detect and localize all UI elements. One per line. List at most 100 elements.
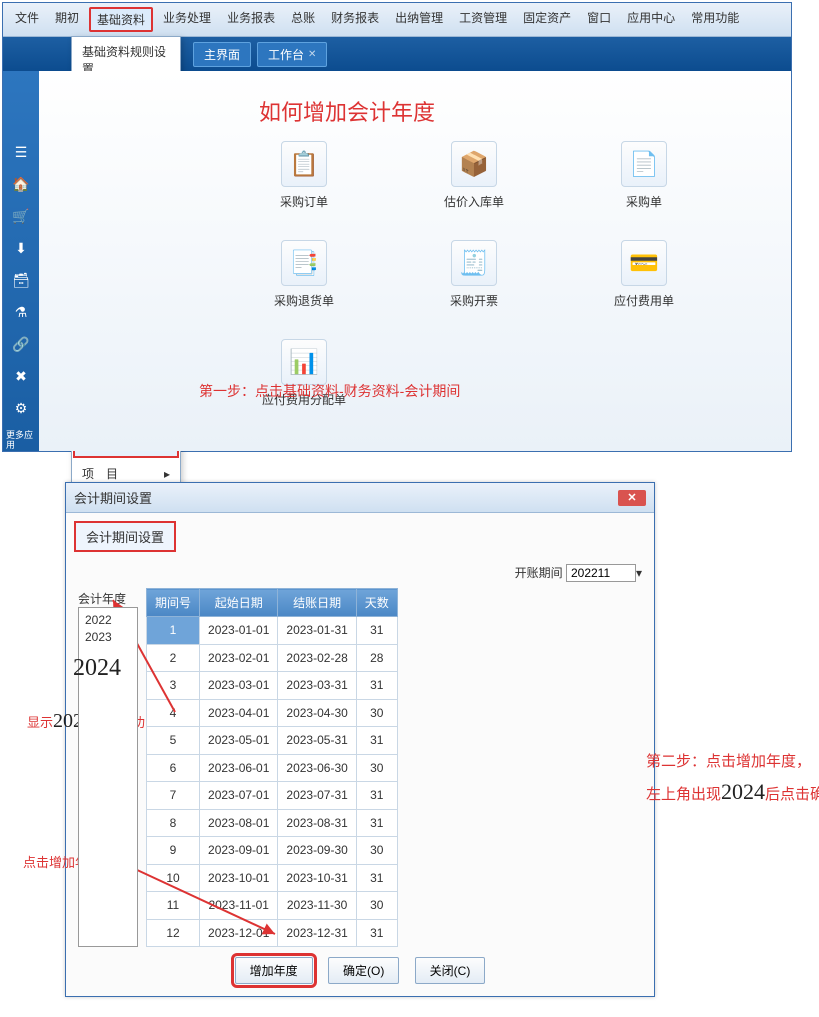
table-cell: 31 bbox=[356, 919, 397, 947]
table-row[interactable]: 52023-05-012023-05-3131 bbox=[147, 727, 398, 755]
menu-fixed-assets[interactable]: 固定资产 bbox=[517, 7, 577, 32]
nav-icon-7[interactable]: 🔗 bbox=[12, 335, 30, 353]
table-cell: 2023-05-31 bbox=[278, 727, 356, 755]
open-period-input[interactable] bbox=[566, 564, 636, 582]
annotation-arrow-icon bbox=[125, 864, 285, 944]
menu-financial-reports[interactable]: 财务报表 bbox=[325, 7, 385, 32]
nav-icon-5[interactable]: 🗃 bbox=[12, 271, 30, 289]
table-cell: 9 bbox=[147, 837, 200, 865]
col-close-date: 结账日期 bbox=[278, 589, 356, 617]
launcher-estimate-in[interactable]: 📦 估价入库单 bbox=[389, 141, 559, 210]
table-cell: 7 bbox=[147, 782, 200, 810]
nav-icon-4[interactable]: ⬇ bbox=[12, 239, 30, 257]
dialog-close-button[interactable]: ✕ bbox=[618, 490, 646, 506]
year-item[interactable]: 2022 bbox=[85, 612, 131, 629]
menu-biz-reports[interactable]: 业务报表 bbox=[221, 7, 281, 32]
launcher-return[interactable]: 📑 采购退货单 bbox=[219, 240, 389, 309]
step1-annotation: 第一步：点击基础资料-财务资料-会计期间 bbox=[199, 381, 460, 401]
table-cell: 30 bbox=[356, 699, 397, 727]
table-row[interactable]: 92023-09-012023-09-3030 bbox=[147, 837, 398, 865]
nav-icon-2[interactable]: 🏠 bbox=[12, 175, 30, 193]
col-days: 天数 bbox=[356, 589, 397, 617]
return-icon: 📑 bbox=[281, 240, 327, 286]
dialog-subtitle-highlight: 会计期间设置 bbox=[74, 521, 176, 552]
table-cell: 2023-09-30 bbox=[278, 837, 356, 865]
invoice-icon: 🧾 bbox=[451, 240, 497, 286]
table-cell: 31 bbox=[356, 809, 397, 837]
app-body: ☰ 🏠 🛒 ⬇ 🗃 ⚗ 🔗 ✖ ⚙ 更多应用 基础资料规则设置 存货资料▸ 售价… bbox=[3, 71, 791, 451]
table-cell: 2023-02-28 bbox=[278, 644, 356, 672]
table-row[interactable]: 72023-07-012023-07-3131 bbox=[147, 782, 398, 810]
table-cell: 2023-01-31 bbox=[278, 617, 356, 645]
year-list[interactable]: 2022 2023 2024 bbox=[78, 607, 138, 947]
ok-button[interactable]: 确定(O) bbox=[328, 957, 399, 984]
clipboard-icon: 📋 bbox=[281, 141, 327, 187]
nav-icon-6[interactable]: ⚗ bbox=[12, 303, 30, 321]
table-cell: 31 bbox=[356, 672, 397, 700]
menu-window[interactable]: 窗口 bbox=[581, 7, 617, 32]
menu-payroll[interactable]: 工资管理 bbox=[453, 7, 513, 32]
menubar: 文件 期初 基础资料 业务处理 业务报表 总账 财务报表 出纳管理 工资管理 固… bbox=[3, 3, 791, 37]
table-cell: 6 bbox=[147, 754, 200, 782]
tab-workspace[interactable]: 工作台✕ bbox=[257, 42, 327, 67]
table-cell: 31 bbox=[356, 782, 397, 810]
table-cell: 31 bbox=[356, 727, 397, 755]
close-button[interactable]: 关闭(C) bbox=[415, 957, 486, 984]
annotation-step2: 第二步：点击增加年度， 左上角出现2024后点击确定 bbox=[646, 750, 819, 809]
dialog-buttons: 增加年度 确定(O) 关闭(C) bbox=[78, 957, 642, 984]
main-app-window: 文件 期初 基础资料 业务处理 业务报表 总账 财务报表 出纳管理 工资管理 固… bbox=[2, 2, 792, 452]
launcher-label: 应付费用单 bbox=[559, 292, 729, 309]
nav-icon-9[interactable]: ⚙ bbox=[12, 399, 30, 417]
table-cell: 2023-05-01 bbox=[200, 727, 278, 755]
menu-file[interactable]: 文件 bbox=[9, 7, 45, 32]
launcher-purchase-order[interactable]: 📋 采购订单 bbox=[219, 141, 389, 210]
table-cell: 30 bbox=[356, 754, 397, 782]
launcher-label: 采购订单 bbox=[219, 193, 389, 210]
menu-cashier[interactable]: 出纳管理 bbox=[389, 7, 449, 32]
table-cell: 2023-03-01 bbox=[200, 672, 278, 700]
launcher-payable-fee[interactable]: 💳 应付费用单 bbox=[559, 240, 729, 309]
table-cell: 31 bbox=[356, 617, 397, 645]
nav-icon-1[interactable]: ☰ bbox=[12, 143, 30, 161]
box-icon: 📦 bbox=[451, 141, 497, 187]
table-row[interactable]: 82023-08-012023-08-3131 bbox=[147, 809, 398, 837]
table-cell: 8 bbox=[147, 809, 200, 837]
nav-icon-8[interactable]: ✖ bbox=[12, 367, 30, 385]
launcher-purchase[interactable]: 📄 采购单 bbox=[559, 141, 729, 210]
tutorial-title: 如何增加会计年度 bbox=[259, 95, 435, 127]
table-cell: 2023-03-31 bbox=[278, 672, 356, 700]
menu-initial[interactable]: 期初 bbox=[49, 7, 85, 32]
open-period-row: 开账期间 ▾ bbox=[78, 564, 642, 582]
chart-icon: 📊 bbox=[281, 339, 327, 385]
left-nav-strip: ☰ 🏠 🛒 ⬇ 🗃 ⚗ 🔗 ✖ ⚙ 更多应用 bbox=[3, 71, 39, 451]
menu-app-center[interactable]: 应用中心 bbox=[621, 7, 681, 32]
table-cell: 2023-09-01 bbox=[200, 837, 278, 865]
table-cell: 2023-06-30 bbox=[278, 754, 356, 782]
table-cell: 2023-12-31 bbox=[278, 919, 356, 947]
table-cell: 30 bbox=[356, 892, 397, 920]
table-cell: 2023-07-01 bbox=[200, 782, 278, 810]
menu-business[interactable]: 业务处理 bbox=[157, 7, 217, 32]
launcher-label: 采购退货单 bbox=[219, 292, 389, 309]
nav-icon-3[interactable]: 🛒 bbox=[12, 207, 30, 225]
launcher-grid: 📋 采购订单 📦 估价入库单 📄 采购单 📑 采购退货单 🧾 采购 bbox=[219, 141, 771, 408]
close-icon[interactable]: ✕ bbox=[308, 49, 316, 60]
table-cell: 30 bbox=[356, 837, 397, 865]
dropdown-arrow-icon[interactable]: ▾ bbox=[636, 566, 642, 580]
year-item[interactable]: 2023 bbox=[85, 629, 131, 646]
launcher-invoice[interactable]: 🧾 采购开票 bbox=[389, 240, 559, 309]
table-cell: 2023-06-01 bbox=[200, 754, 278, 782]
table-row[interactable]: 62023-06-012023-06-3030 bbox=[147, 754, 398, 782]
nav-more-apps[interactable]: 更多应用 bbox=[6, 431, 36, 451]
table-cell: 5 bbox=[147, 727, 200, 755]
menu-basic-data[interactable]: 基础资料 bbox=[89, 7, 153, 32]
menu-ledger[interactable]: 总账 bbox=[285, 7, 321, 32]
table-cell: 2023-08-31 bbox=[278, 809, 356, 837]
table-cell: 2023-04-30 bbox=[278, 699, 356, 727]
open-period-label: 开账期间 bbox=[515, 566, 563, 580]
launcher-label: 采购单 bbox=[559, 193, 729, 210]
chevron-right-icon: ▸ bbox=[164, 467, 170, 481]
add-year-button[interactable]: 增加年度 bbox=[235, 957, 313, 984]
tab-home[interactable]: 主界面 bbox=[193, 42, 251, 67]
menu-shortcuts[interactable]: 常用功能 bbox=[685, 7, 745, 32]
